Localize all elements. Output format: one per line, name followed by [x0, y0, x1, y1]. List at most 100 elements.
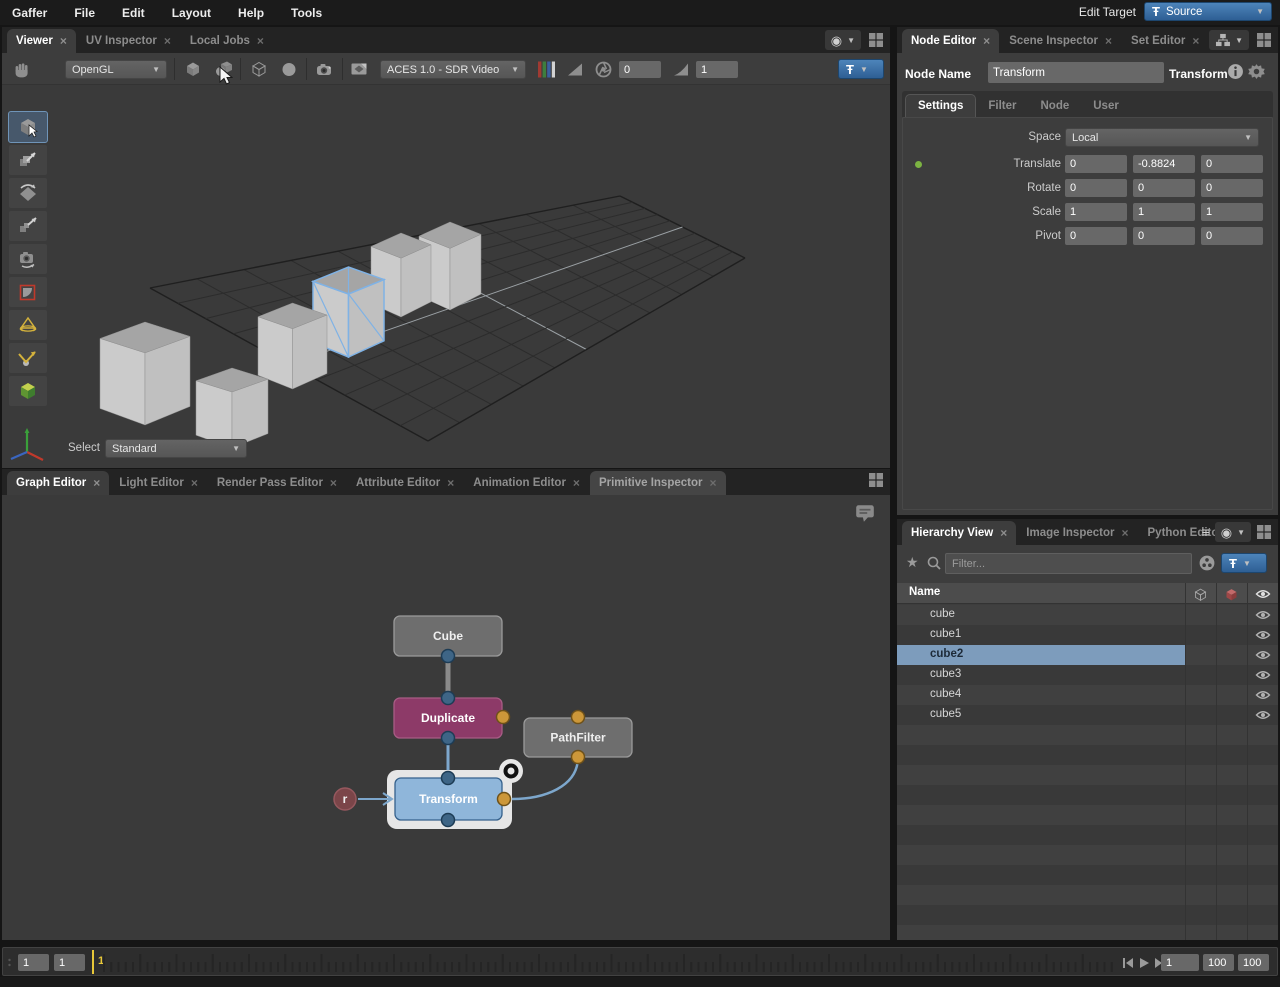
space-dropdown[interactable]: Local ▼	[1065, 128, 1259, 147]
pan-hand-icon[interactable]	[10, 57, 34, 81]
layout-grid-icon[interactable]	[868, 472, 884, 488]
rotate-field-1[interactable]: 0	[1133, 179, 1195, 197]
scale-tool-button[interactable]	[8, 210, 48, 242]
tab-hierarchy-view[interactable]: Hierarchy View×	[902, 521, 1016, 545]
viewer-pin-dropdown[interactable]: Ŧ ▼	[838, 59, 884, 79]
port-transform-out[interactable]	[442, 814, 455, 827]
cube-outline-column-icon[interactable]	[1193, 587, 1208, 602]
info-icon[interactable]	[1227, 63, 1244, 80]
subtab-settings[interactable]: Settings	[905, 94, 976, 117]
gamma-icon[interactable]	[670, 59, 692, 79]
edge-pathfilter-transform[interactable]	[512, 757, 578, 799]
menu-layout[interactable]: Layout	[172, 6, 225, 20]
subtab-filter[interactable]: Filter	[976, 94, 1028, 117]
pivot-field-2[interactable]: 0	[1201, 227, 1263, 245]
light-cone-tool-button[interactable]	[8, 309, 48, 341]
end-frame-field[interactable]: 100	[1203, 954, 1234, 971]
tab-graph-editor[interactable]: Graph Editor×	[7, 471, 109, 495]
visibility-eye-icon[interactable]	[1255, 690, 1271, 700]
node-editor-follow-menu-button[interactable]: ▼	[1209, 30, 1249, 50]
translate-tool-button[interactable]	[8, 144, 48, 176]
wireframe-cube-icon[interactable]	[248, 59, 270, 79]
subtab-node[interactable]: Node	[1029, 94, 1082, 117]
row-cube[interactable]: cube	[897, 605, 1278, 625]
translate-field-0[interactable]: 0	[1065, 155, 1127, 173]
visibility-eye-icon[interactable]	[1255, 650, 1271, 660]
annotation-bubble-icon[interactable]	[854, 503, 876, 523]
crop-tool-button[interactable]	[8, 276, 48, 308]
tab-scene-inspector[interactable]: Scene Inspector×	[1000, 29, 1121, 53]
menu-tools[interactable]: Tools	[291, 6, 336, 20]
row-cube4[interactable]: cube4	[897, 685, 1278, 705]
camera-icon[interactable]	[312, 58, 336, 80]
translate-field-1[interactable]: -0.8824	[1133, 155, 1195, 173]
scene-view-icon[interactable]	[348, 59, 370, 79]
edit-target-dropdown[interactable]: Ŧ Source ▼	[1144, 2, 1272, 21]
filter-settings-icon[interactable]	[1198, 554, 1216, 572]
viewport-3d[interactable]: Select Standard ▼	[2, 85, 890, 468]
row-cube1[interactable]: cube1	[897, 625, 1278, 645]
tab-image-inspector[interactable]: Image Inspector×	[1017, 521, 1137, 545]
gamma-field[interactable]: 1	[696, 61, 738, 78]
close-icon[interactable]: ×	[1192, 34, 1199, 48]
filter-plug-indicator[interactable]	[499, 759, 523, 783]
rotate-field-2[interactable]: 0	[1201, 179, 1263, 197]
hierarchy-pin-dropdown[interactable]: Ŧ ▼	[1221, 553, 1267, 573]
port-duplicate-in[interactable]	[442, 692, 455, 705]
close-icon[interactable]: ×	[573, 476, 580, 490]
shaded-cube-tool-button[interactable]	[8, 375, 48, 407]
tab-viewer[interactable]: Viewer×	[7, 29, 76, 53]
scale-field-2[interactable]: 1	[1201, 203, 1263, 221]
tab-local-jobs[interactable]: Local Jobs×	[181, 29, 273, 53]
solo-channel-icon[interactable]	[564, 59, 586, 79]
close-icon[interactable]: ×	[191, 476, 198, 490]
menu-gaffer[interactable]: Gaffer	[12, 6, 61, 20]
tab-light-editor[interactable]: Light Editor×	[110, 471, 207, 495]
timeline-ruler[interactable]	[103, 951, 1117, 973]
port-pathfilter-out[interactable]	[572, 751, 585, 764]
port-transform-in[interactable]	[442, 772, 455, 785]
light-bounce-tool-button[interactable]	[8, 342, 48, 374]
close-icon[interactable]: ×	[330, 476, 337, 490]
close-icon[interactable]: ×	[709, 476, 716, 490]
tab-attribute-editor[interactable]: Attribute Editor×	[347, 471, 463, 495]
node-graph-canvas[interactable]: CubeDuplicatePathFilterTransformr	[2, 495, 890, 940]
cube-object-0[interactable]	[100, 322, 190, 425]
rotate-field-0[interactable]: 0	[1065, 179, 1127, 197]
current-frame-field[interactable]: 1	[1161, 954, 1199, 971]
shading-sphere-icon[interactable]	[278, 59, 300, 79]
select-tool-button[interactable]	[8, 111, 48, 143]
renderer-dropdown[interactable]: OpenGL ▼	[65, 60, 167, 79]
select-mode-dropdown[interactable]: Standard ▼	[105, 439, 247, 458]
cube-object-3[interactable]	[258, 303, 327, 389]
playhead[interactable]	[92, 950, 94, 974]
close-icon[interactable]: ×	[164, 34, 171, 48]
close-icon[interactable]: ×	[1000, 526, 1007, 540]
tab-uv-inspector[interactable]: UV Inspector×	[77, 29, 180, 53]
red-cube-column-icon[interactable]	[1224, 587, 1239, 602]
visibility-eye-icon[interactable]	[1255, 670, 1271, 680]
close-icon[interactable]: ×	[1105, 34, 1112, 48]
menu-file[interactable]: File	[74, 6, 109, 20]
port-duplicate-out[interactable]	[442, 732, 455, 745]
rgb-channels-icon[interactable]	[535, 58, 557, 80]
close-icon[interactable]: ×	[257, 34, 264, 48]
row-cube5[interactable]: cube5	[897, 705, 1278, 725]
viewport-canvas[interactable]	[2, 85, 890, 468]
row-cube3[interactable]: cube3	[897, 665, 1278, 685]
close-icon[interactable]: ×	[93, 476, 100, 490]
rotate-tool-button[interactable]	[8, 177, 48, 209]
input-badge[interactable]: r	[334, 788, 392, 810]
hierarchy-focus-menu-button[interactable]: ◉ ▼	[1215, 522, 1251, 542]
scale-field-0[interactable]: 1	[1065, 203, 1127, 221]
node-name-input[interactable]: Transform	[988, 62, 1164, 83]
total-frames-field[interactable]: 100	[1238, 954, 1269, 971]
port-cube-out[interactable]	[442, 650, 455, 663]
close-icon[interactable]: ×	[1121, 526, 1128, 540]
port-transform-filter[interactable]	[498, 793, 511, 806]
row-cube2[interactable]: cube2	[897, 645, 1278, 665]
tab-animation-editor[interactable]: Animation Editor×	[464, 471, 589, 495]
star-icon[interactable]: ★	[906, 555, 919, 569]
port-pathfilter-in[interactable]	[572, 711, 585, 724]
port-duplicate-filter[interactable]	[497, 711, 510, 724]
